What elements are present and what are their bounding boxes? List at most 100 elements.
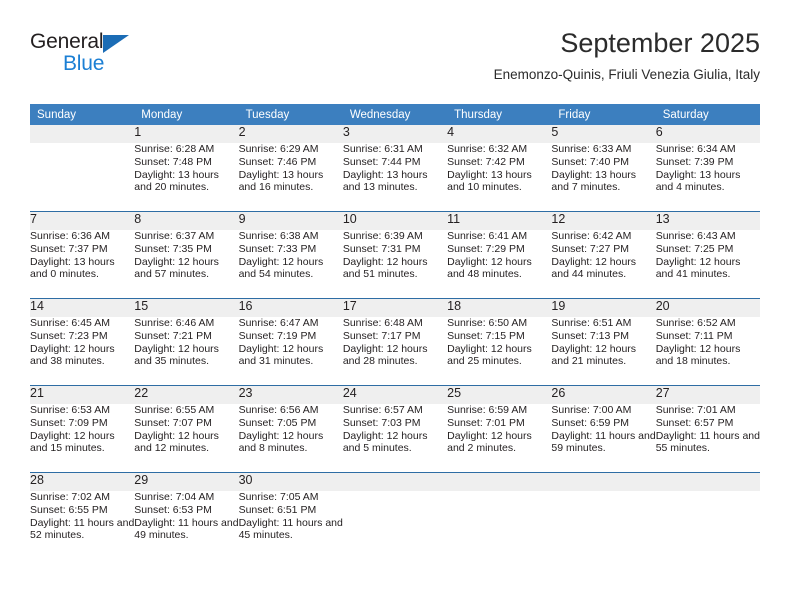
sunrise-text: Sunrise: 6:47 AM (238, 317, 319, 329)
day-cell[interactable]: Sunrise: 6:46 AM Sunset: 7:21 PM Daylight:… (134, 317, 238, 385)
day-cell[interactable]: Sunrise: 6:31 AM Sunset: 7:44 PM Daylight:… (343, 143, 447, 211)
sunset-text: Sunset: 7:25 PM (655, 242, 734, 255)
sunset-text: Sunset: 7:33 PM (238, 242, 317, 255)
day-cell-empty (30, 143, 134, 211)
sunset-text: Sunset: 7:09 PM (30, 416, 108, 429)
day-number[interactable]: 20 (655, 299, 760, 317)
day-cell[interactable]: Sunrise: 6:33 AM Sunset: 7:40 PM Daylight:… (551, 143, 655, 211)
day-cell[interactable]: Sunrise: 6:52 AM Sunset: 7:11 PM Daylight:… (656, 317, 760, 385)
day-detail-row: Sunrise: 6:36 AM Sunset: 7:37 PM Daylight:… (30, 230, 760, 298)
day-cell-empty (551, 491, 655, 559)
day-number[interactable]: 10 (342, 212, 448, 230)
sunset-text: Sunset: 6:53 PM (134, 503, 212, 516)
day-number[interactable]: 8 (134, 212, 239, 230)
sunrise-text: Sunrise: 6:31 AM (342, 143, 423, 155)
day-cell[interactable]: Sunrise: 6:50 AM Sunset: 7:15 PM Daylight:… (447, 317, 551, 385)
day-number[interactable]: 16 (238, 299, 343, 317)
sunrise-text: Sunrise: 7:00 AM (551, 404, 632, 416)
day-cell[interactable]: Sunrise: 6:36 AM Sunset: 7:37 PM Daylight:… (30, 230, 134, 298)
day-number[interactable]: 25 (447, 386, 552, 404)
sunrise-text: Sunrise: 6:57 AM (342, 404, 423, 416)
day-number[interactable]: 28 (30, 473, 135, 491)
day-cell[interactable]: Sunrise: 6:34 AM Sunset: 7:39 PM Daylight:… (656, 143, 760, 211)
day-number[interactable]: 18 (447, 299, 552, 317)
day-number-empty (551, 473, 656, 491)
daylight-text: Daylight: 13 hours and 20 minutes. (134, 168, 219, 194)
sunrise-text: Sunrise: 6:50 AM (447, 317, 528, 329)
sunrise-text: Sunrise: 6:36 AM (30, 230, 110, 242)
day-number[interactable]: 11 (447, 212, 552, 230)
day-cell[interactable]: Sunrise: 6:29 AM Sunset: 7:46 PM Daylight:… (239, 143, 343, 211)
day-number[interactable]: 22 (134, 386, 239, 404)
day-cell[interactable]: Sunrise: 6:32 AM Sunset: 7:42 PM Daylight:… (447, 143, 551, 211)
sunrise-text: Sunrise: 6:56 AM (238, 404, 319, 416)
daylight-text: Daylight: 11 hours and 52 minutes. (30, 516, 135, 542)
day-cell[interactable]: Sunrise: 6:48 AM Sunset: 7:17 PM Daylight:… (343, 317, 447, 385)
daylight-text: Daylight: 12 hours and 54 minutes. (238, 255, 324, 281)
sunset-text: Sunset: 7:03 PM (342, 416, 421, 429)
general-blue-logo[interactable]: General Blue (30, 30, 210, 86)
day-number[interactable]: 26 (551, 386, 656, 404)
day-cell[interactable]: Sunrise: 6:56 AM Sunset: 7:05 PM Daylight:… (239, 404, 343, 472)
day-cell[interactable]: Sunrise: 6:37 AM Sunset: 7:35 PM Daylight:… (134, 230, 238, 298)
day-cell[interactable]: Sunrise: 7:04 AM Sunset: 6:53 PM Daylight:… (134, 491, 238, 559)
day-number[interactable]: 19 (551, 299, 656, 317)
sunrise-sunset-calendar: Sunday Monday Tuesday Wednesday Thursday… (30, 104, 760, 559)
daylight-text: Daylight: 11 hours and 49 minutes. (134, 516, 239, 542)
day-cell[interactable]: Sunrise: 6:42 AM Sunset: 7:27 PM Daylight:… (551, 230, 655, 298)
day-number[interactable]: 15 (134, 299, 239, 317)
day-cell[interactable]: Sunrise: 7:05 AM Sunset: 6:51 PM Daylight:… (239, 491, 343, 559)
sunrise-text: Sunrise: 6:38 AM (238, 230, 319, 242)
day-cell[interactable]: Sunrise: 7:00 AM Sunset: 6:59 PM Daylight:… (551, 404, 655, 472)
sunset-text: Sunset: 6:59 PM (551, 416, 630, 429)
day-cell[interactable]: Sunrise: 6:38 AM Sunset: 7:33 PM Daylight:… (239, 230, 343, 298)
sunrise-text: Sunrise: 6:39 AM (342, 230, 423, 242)
day-cell[interactable]: Sunrise: 6:28 AM Sunset: 7:48 PM Daylight:… (134, 143, 238, 211)
day-number[interactable]: 6 (655, 125, 760, 143)
day-cell[interactable]: Sunrise: 6:57 AM Sunset: 7:03 PM Daylight:… (343, 404, 447, 472)
sunset-text: Sunset: 7:15 PM (447, 329, 525, 342)
day-cell[interactable]: Sunrise: 6:59 AM Sunset: 7:01 PM Daylight:… (447, 404, 551, 472)
day-number-row: 123456 (30, 125, 760, 143)
day-number[interactable]: 13 (655, 212, 760, 230)
title-block: September 2025 Enemonzo-Quinis, Friuli V… (494, 26, 760, 85)
day-number[interactable]: 23 (238, 386, 343, 404)
day-number[interactable]: 12 (551, 212, 656, 230)
daylight-text: Daylight: 12 hours and 25 minutes. (447, 342, 532, 368)
sunrise-text: Sunrise: 7:02 AM (30, 491, 110, 503)
day-number[interactable]: 7 (30, 212, 135, 230)
day-number[interactable]: 3 (342, 125, 448, 143)
day-cell[interactable]: Sunrise: 6:45 AM Sunset: 7:23 PM Daylight:… (30, 317, 134, 385)
sunrise-text: Sunrise: 6:43 AM (655, 230, 736, 242)
day-cell[interactable]: Sunrise: 6:47 AM Sunset: 7:19 PM Daylight:… (239, 317, 343, 385)
day-cell[interactable]: Sunrise: 7:02 AM Sunset: 6:55 PM Daylight:… (30, 491, 134, 559)
day-cell[interactable]: Sunrise: 6:39 AM Sunset: 7:31 PM Daylight:… (343, 230, 447, 298)
day-cell[interactable]: Sunrise: 6:55 AM Sunset: 7:07 PM Daylight:… (134, 404, 238, 472)
day-number-row: 21 22 23 24 25 26 27 (30, 386, 760, 404)
day-number-empty (342, 473, 448, 491)
day-number-row: 7 8 9 10 11 12 13 (30, 212, 760, 230)
day-cell[interactable]: Sunrise: 6:51 AM Sunset: 7:13 PM Daylight:… (551, 317, 655, 385)
sunrise-text: Sunrise: 6:53 AM (30, 404, 110, 416)
day-number[interactable]: 29 (134, 473, 239, 491)
day-number[interactable]: 4 (447, 125, 552, 143)
weekday-header-friday: Friday (551, 104, 656, 125)
day-cell[interactable]: Sunrise: 6:41 AM Sunset: 7:29 PM Daylight:… (447, 230, 551, 298)
day-number[interactable]: 30 (238, 473, 343, 491)
sunrise-text: Sunrise: 7:05 AM (238, 491, 319, 503)
day-number[interactable]: 24 (342, 386, 448, 404)
day-cell[interactable]: Sunrise: 6:43 AM Sunset: 7:25 PM Daylight:… (656, 230, 760, 298)
day-number[interactable]: 5 (551, 125, 656, 143)
day-cell[interactable]: Sunrise: 7:01 AM Sunset: 6:57 PM Daylight:… (656, 404, 760, 472)
day-cell[interactable]: Sunrise: 6:53 AM Sunset: 7:09 PM Daylight:… (30, 404, 134, 472)
day-number[interactable]: 1 (134, 125, 239, 143)
day-number[interactable]: 14 (30, 299, 135, 317)
day-number[interactable]: 17 (342, 299, 448, 317)
day-number[interactable]: 27 (655, 386, 760, 404)
daylight-text: Daylight: 12 hours and 12 minutes. (134, 429, 219, 455)
sunset-text: Sunset: 7:29 PM (447, 242, 525, 255)
day-number[interactable]: 21 (30, 386, 135, 404)
day-detail-row: Sunrise: 6:53 AM Sunset: 7:09 PM Daylight:… (30, 404, 760, 472)
day-number[interactable]: 2 (238, 125, 343, 143)
day-number[interactable]: 9 (238, 212, 343, 230)
